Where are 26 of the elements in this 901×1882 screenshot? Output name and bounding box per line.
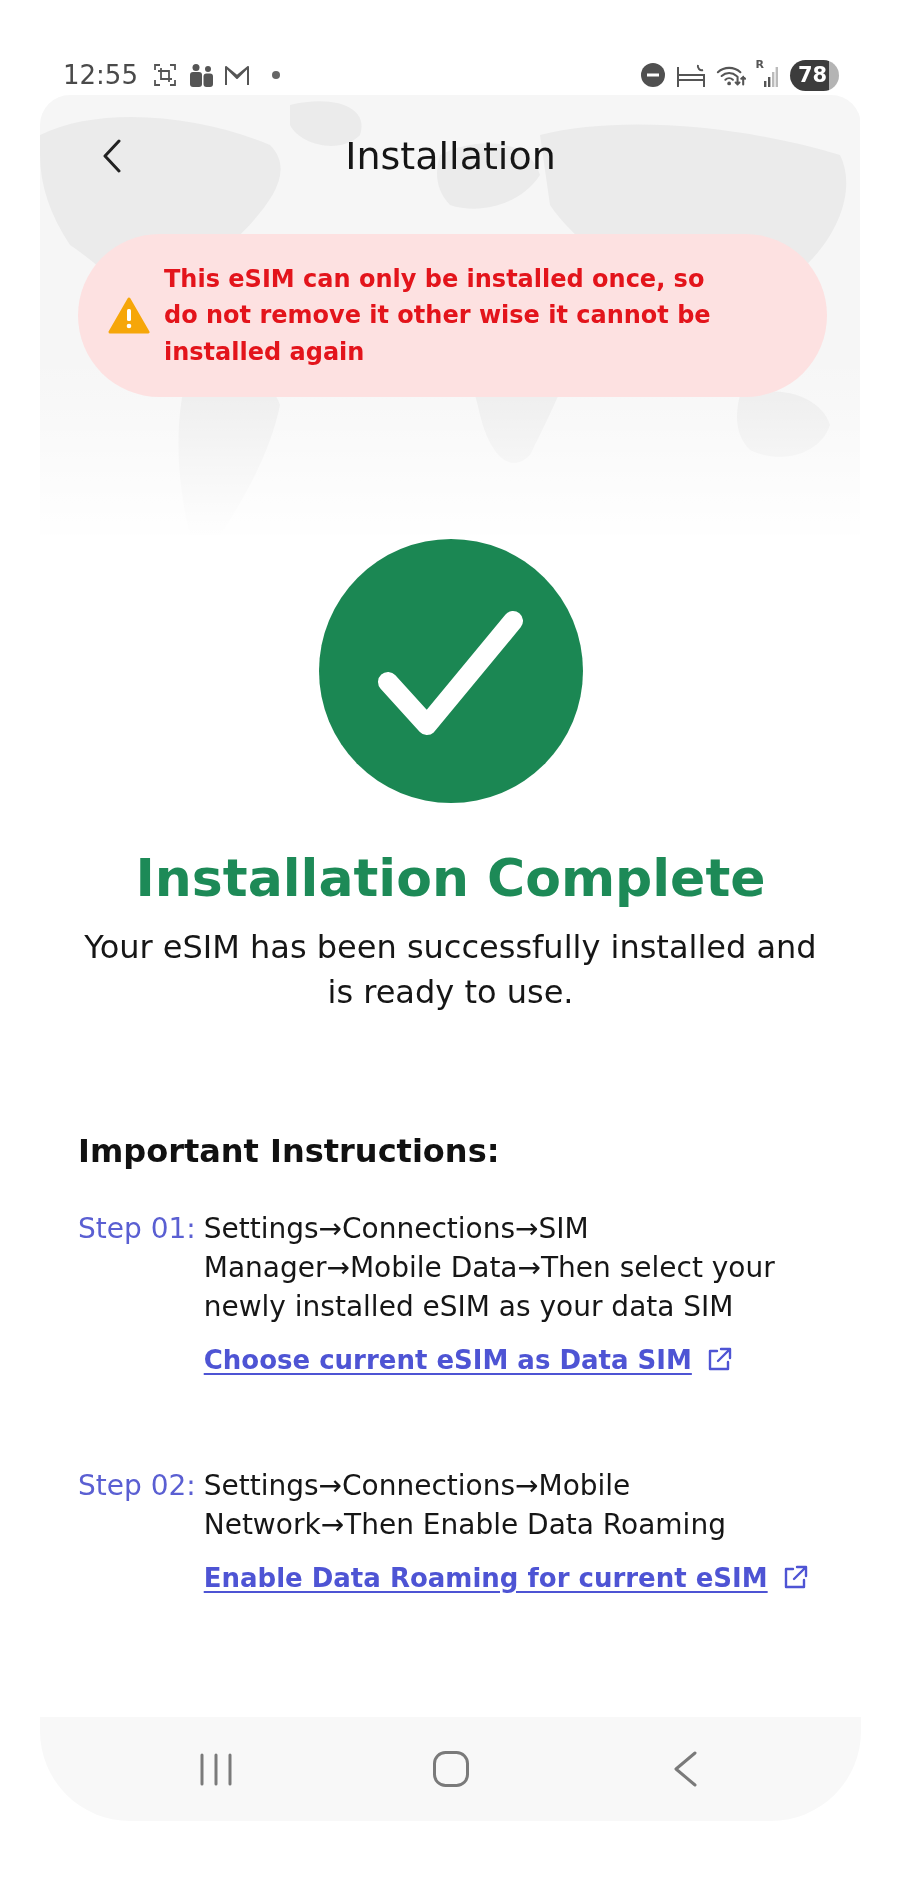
battery-indicator: 78 xyxy=(790,59,839,91)
people-icon xyxy=(187,63,214,87)
back-icon[interactable] xyxy=(102,139,122,173)
step-label: Step 02: xyxy=(78,1468,196,1504)
mail-icon xyxy=(223,63,250,87)
check-circle-icon xyxy=(318,539,583,803)
signal-icon xyxy=(764,65,778,87)
status-time: 12:55 xyxy=(63,60,138,90)
screenshot-icon xyxy=(151,63,178,87)
step-label: Step 01: xyxy=(78,1211,196,1247)
result-message: Your eSIM has been successfully installed and is ready to use. xyxy=(83,927,818,1013)
step-text: Settings→Connections→Mobile Network→Then Enable Data Roaming xyxy=(203,1468,727,1543)
screen-title: Installation xyxy=(345,133,556,179)
warning-icon xyxy=(108,296,150,335)
step-link[interactable]: Enable Data Roaming for current eSIM xyxy=(203,1560,768,1596)
result-title: Installation Complete xyxy=(135,847,766,910)
recents-icon[interactable] xyxy=(199,1752,232,1786)
step-text: Settings→Connections→SIM Manager→Mobile Data→Then select your newly installed eSIM as your data SIM xyxy=(203,1211,776,1325)
do-not-disturb-icon xyxy=(639,63,666,87)
roaming-mark: R xyxy=(755,59,764,70)
home-icon[interactable] xyxy=(432,1751,469,1787)
step-link[interactable]: Choose current eSIM as Data SIM xyxy=(203,1342,692,1378)
notification-dot-icon xyxy=(271,71,280,79)
instructions-heading: Important Instructions: xyxy=(78,1131,500,1171)
bed-icon xyxy=(675,63,706,87)
warning-message: This eSIM can only be installed once, so do not remove it other wise it cannot be installed again xyxy=(164,263,712,368)
